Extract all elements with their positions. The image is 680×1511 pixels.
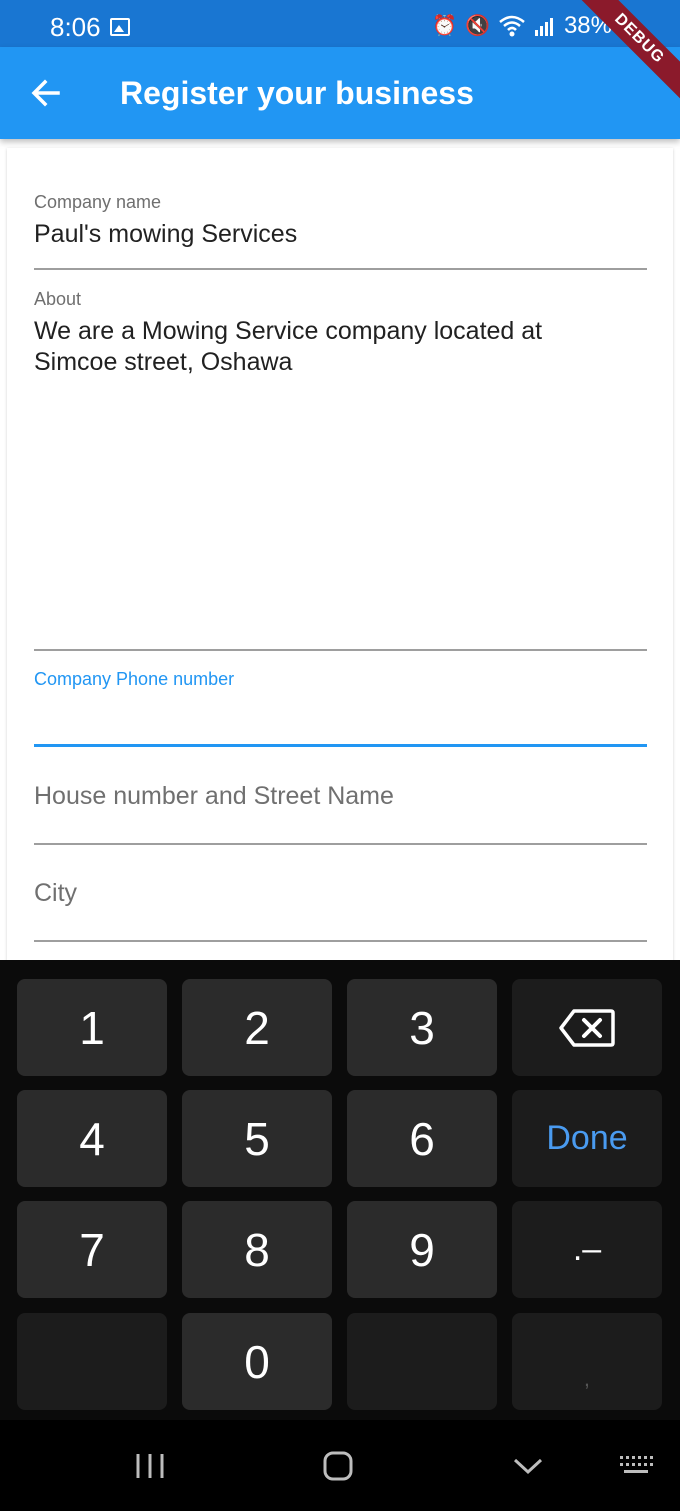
city-underline [34, 940, 647, 942]
about-label: About [34, 289, 82, 309]
city-input[interactable]: City [34, 879, 647, 908]
key-3[interactable]: 3 [347, 979, 497, 1076]
keyboard-switch-icon[interactable] [616, 1450, 656, 1482]
company-name-underline [34, 268, 647, 270]
street-underline [34, 843, 647, 845]
street-input[interactable]: House number and Street Name [34, 782, 647, 811]
phone-underline [34, 744, 647, 747]
page-title: Register your business [120, 75, 474, 111]
company-name-field[interactable]: Company name Paul's mowing Services [34, 192, 647, 270]
status-time: 8:06 [50, 12, 101, 42]
company-name-input[interactable]: Paul's mowing Services [34, 219, 647, 250]
signal-icon [534, 18, 553, 36]
key-9[interactable]: 9 [347, 1201, 497, 1298]
key-0[interactable]: 0 [182, 1313, 332, 1410]
company-name-label: Company name [34, 192, 162, 212]
backspace-icon [559, 1008, 615, 1047]
hide-keyboard-icon[interactable] [508, 1450, 548, 1482]
key-5[interactable]: 5 [182, 1090, 332, 1187]
recent-apps-icon[interactable] [130, 1450, 170, 1482]
key-2[interactable]: 2 [182, 979, 332, 1076]
gallery-notification-icon [110, 18, 130, 36]
empty-key-left [17, 1313, 167, 1410]
mute-icon: 🔇 [465, 15, 490, 37]
home-icon[interactable] [318, 1450, 358, 1482]
key-4[interactable]: 4 [17, 1090, 167, 1187]
empty-key-middle [347, 1313, 497, 1410]
alarm-icon: ⏰ [432, 15, 458, 37]
street-field[interactable]: House number and Street Name [34, 782, 647, 845]
comma-key[interactable]: , [512, 1313, 662, 1410]
registration-form: Company name Paul's mowing Services Abou… [7, 148, 673, 968]
about-field[interactable]: About We are a Mowing Service company lo… [34, 289, 647, 651]
key-7[interactable]: 7 [17, 1201, 167, 1298]
backspace-key[interactable] [512, 979, 662, 1076]
city-field[interactable]: City [34, 879, 647, 942]
key-8[interactable]: 8 [182, 1201, 332, 1298]
wifi-icon [499, 15, 525, 37]
phone-label: Company Phone number [34, 669, 235, 689]
system-nav-bar [0, 1420, 680, 1511]
status-icons: ⏰ 🔇 38% [432, 12, 612, 40]
about-underline [34, 649, 647, 651]
dot-dash-key[interactable]: .– [512, 1201, 662, 1298]
key-1[interactable]: 1 [17, 979, 167, 1076]
done-key[interactable]: Done [512, 1090, 662, 1187]
phone-input[interactable] [34, 696, 647, 727]
status-bar: 8:06 ⏰ 🔇 38% [0, 0, 680, 47]
phone-field[interactable]: Company Phone number [34, 669, 647, 747]
about-input[interactable]: We are a Mowing Service company located … [34, 316, 594, 378]
comma-label: , [583, 1366, 590, 1391]
back-arrow-icon[interactable] [26, 73, 66, 113]
key-6[interactable]: 6 [347, 1090, 497, 1187]
app-bar: Register your business [0, 47, 680, 139]
